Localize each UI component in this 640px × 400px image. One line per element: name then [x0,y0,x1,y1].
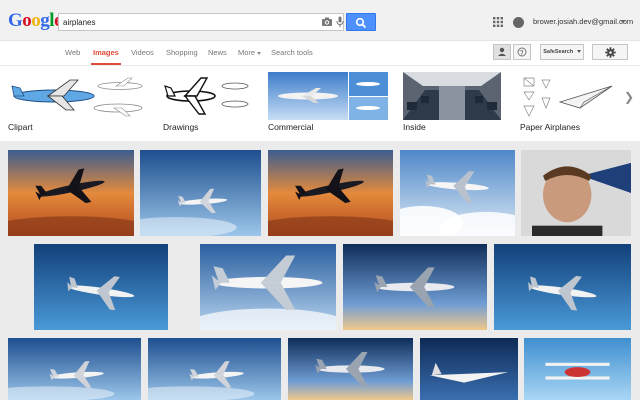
image-result[interactable] [343,244,487,330]
related-thumbnail [403,72,501,120]
gear-icon [605,47,616,58]
related-label: Drawings [163,122,199,132]
top-bar: Google brower.josiah.dev@gmail.com [0,0,640,41]
chevron-down-icon [576,50,581,54]
image-result-thumbnail [8,338,141,400]
image-result-thumbnail [8,150,134,236]
safesearch-dropdown[interactable]: SafeSearch [540,44,584,60]
related-search-clipart[interactable]: Clipart [8,72,146,136]
safesearch-label: SafeSearch [543,49,574,55]
search-button[interactable] [346,13,376,31]
related-thumbnail [8,72,146,120]
image-result[interactable] [8,150,134,236]
chevron-down-icon [257,51,262,55]
image-result[interactable] [148,338,281,400]
related-thumbnail [268,72,388,120]
image-result[interactable] [524,338,631,400]
google-logo[interactable]: Google [8,11,62,31]
logo-letter: g [40,10,50,31]
tab-videos[interactable]: Videos [131,48,154,57]
image-result-thumbnail [148,338,281,400]
logo-letter: G [8,10,23,31]
image-result-thumbnail [140,150,261,236]
image-result[interactable] [521,150,631,236]
settings-button[interactable] [592,44,628,60]
image-result-thumbnail [200,244,336,330]
image-result[interactable] [400,150,515,236]
related-label: Inside [403,122,426,132]
image-result-thumbnail [494,244,631,330]
image-result[interactable] [288,338,413,400]
nav-bar: Web Images Videos Shopping News More Sea… [0,41,640,66]
image-result-thumbnail [420,338,518,400]
related-search-paper-airplanes[interactable]: Paper Airplanes [520,72,618,136]
related-label: Clipart [8,122,33,132]
tab-web[interactable]: Web [65,48,80,57]
tab-more-label: More [238,48,256,57]
active-tab-indicator [91,63,121,65]
tab-news[interactable]: News [208,48,227,57]
related-label: Paper Airplanes [520,122,581,132]
person-icon [498,47,506,56]
related-thumbnail [163,72,251,120]
tab-more[interactable]: More [238,48,262,57]
image-result[interactable] [494,244,631,330]
chevron-right-icon[interactable]: ❯ [624,90,634,104]
globe-icon [517,47,527,57]
account-email[interactable]: brower.josiah.dev@gmail.com [533,17,633,26]
related-label: Commercial [268,122,314,132]
image-result-thumbnail [521,150,631,236]
apps-grid-icon[interactable] [493,17,503,27]
image-result[interactable] [420,338,518,400]
image-result[interactable] [200,244,336,330]
image-result[interactable] [8,338,141,400]
tab-shopping[interactable]: Shopping [166,48,198,57]
search-tools-button[interactable]: Search tools [271,48,313,57]
image-result-thumbnail [524,338,631,400]
microphone-icon[interactable] [334,16,346,28]
image-result[interactable] [140,150,261,236]
image-result-thumbnail [400,150,515,236]
related-search-commercial[interactable]: Commercial [268,72,388,136]
image-result[interactable] [268,150,393,236]
image-result-thumbnail [343,244,487,330]
image-result-thumbnail [268,150,393,236]
image-result[interactable] [34,244,168,330]
logo-letter: o [31,10,41,31]
notifications-bell-icon[interactable] [513,17,524,28]
global-results-toggle[interactable] [513,44,531,60]
related-thumbnail [520,72,618,120]
image-result-thumbnail [34,244,168,330]
private-results-toggle[interactable] [493,44,511,60]
logo-letter: o [22,10,32,31]
image-result-thumbnail [288,338,413,400]
related-search-drawings[interactable]: Drawings [163,72,251,136]
camera-icon[interactable] [321,16,333,28]
tab-images[interactable]: Images [93,48,119,57]
search-input[interactable] [63,15,303,29]
related-search-inside[interactable]: Inside [403,72,501,136]
search-icon [355,17,367,29]
account-caret-icon[interactable] [620,20,626,23]
search-box [58,13,344,31]
